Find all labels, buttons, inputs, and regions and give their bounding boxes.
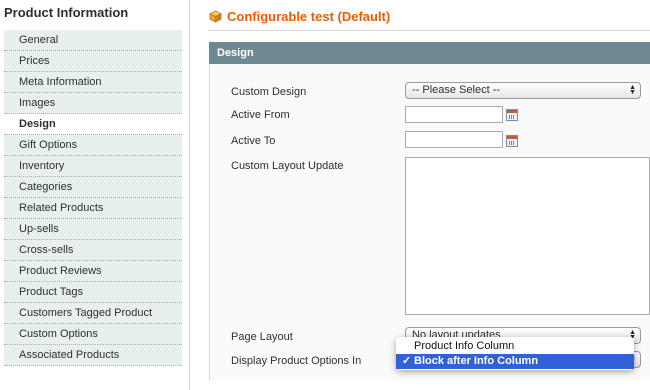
custom-design-value: -- Please Select --: [412, 84, 501, 96]
display-product-options-dropdown: Product Info Column ✓ Block after Info C…: [396, 337, 634, 370]
dropdown-option-product-info-column[interactable]: Product Info Column: [396, 339, 634, 354]
product-info-sidebar: Product Information: [0, 0, 182, 24]
title-divider: [209, 30, 650, 31]
sidebar-item-meta-information[interactable]: Meta Information: [4, 72, 182, 93]
sidebar-item-product-reviews[interactable]: Product Reviews: [4, 261, 182, 282]
select-arrows-icon: ▲▼: [629, 84, 636, 96]
page-title: Configurable test (Default): [209, 6, 390, 26]
sidebar-item-up-sells[interactable]: Up-sells: [4, 219, 182, 240]
display-product-options-label: Display Product Options In: [231, 355, 362, 367]
sidebar-item-product-tags[interactable]: Product Tags: [4, 282, 182, 303]
sidebar-divider: [189, 0, 190, 390]
option-label: Block after Info Column: [414, 355, 539, 367]
page-title-text: Configurable test (Default): [227, 8, 391, 24]
sidebar-item-general[interactable]: General: [4, 30, 182, 51]
sidebar-item-custom-options[interactable]: Custom Options: [4, 324, 182, 345]
sidebar-item-images[interactable]: Images: [4, 93, 182, 114]
active-from-label: Active From: [231, 109, 290, 121]
sidebar-item-cross-sells[interactable]: Cross-sells: [4, 240, 182, 261]
custom-layout-update-label: Custom Layout Update: [231, 160, 344, 172]
sidebar-title: Product Information: [4, 5, 129, 20]
sidebar-item-inventory[interactable]: Inventory: [4, 156, 182, 177]
custom-design-label: Custom Design: [231, 86, 307, 98]
calendar-icon[interactable]: [506, 135, 518, 147]
cube-icon: [209, 10, 222, 23]
sidebar-item-gift-options[interactable]: Gift Options: [4, 135, 182, 156]
sidebar-item-prices[interactable]: Prices: [4, 51, 182, 72]
checkmark-icon: ✓: [402, 355, 412, 367]
custom-layout-update-textarea[interactable]: [405, 157, 650, 315]
page-layout-label: Page Layout: [231, 331, 293, 343]
option-label: Product Info Column: [414, 340, 515, 352]
sidebar-item-related-products[interactable]: Related Products: [4, 198, 182, 219]
active-to-label: Active To: [231, 135, 276, 147]
sidebar-item-categories[interactable]: Categories: [4, 177, 182, 198]
sidebar-item-associated-products[interactable]: Associated Products: [4, 345, 182, 366]
design-section-header: Design: [209, 42, 650, 64]
dropdown-option-block-after-info-column[interactable]: ✓ Block after Info Column: [396, 354, 634, 369]
sidebar-item-customers-tagged-product[interactable]: Customers Tagged Product: [4, 303, 182, 324]
custom-design-select[interactable]: -- Please Select -- ▲ ▼: [405, 82, 641, 99]
sidebar-tab-list: General Prices Meta Information Images Desig…: [4, 30, 182, 366]
active-to-input[interactable]: [405, 131, 503, 148]
calendar-icon[interactable]: [506, 109, 518, 121]
active-from-input[interactable]: [405, 106, 503, 123]
sidebar-item-design[interactable]: Design: [4, 114, 182, 135]
